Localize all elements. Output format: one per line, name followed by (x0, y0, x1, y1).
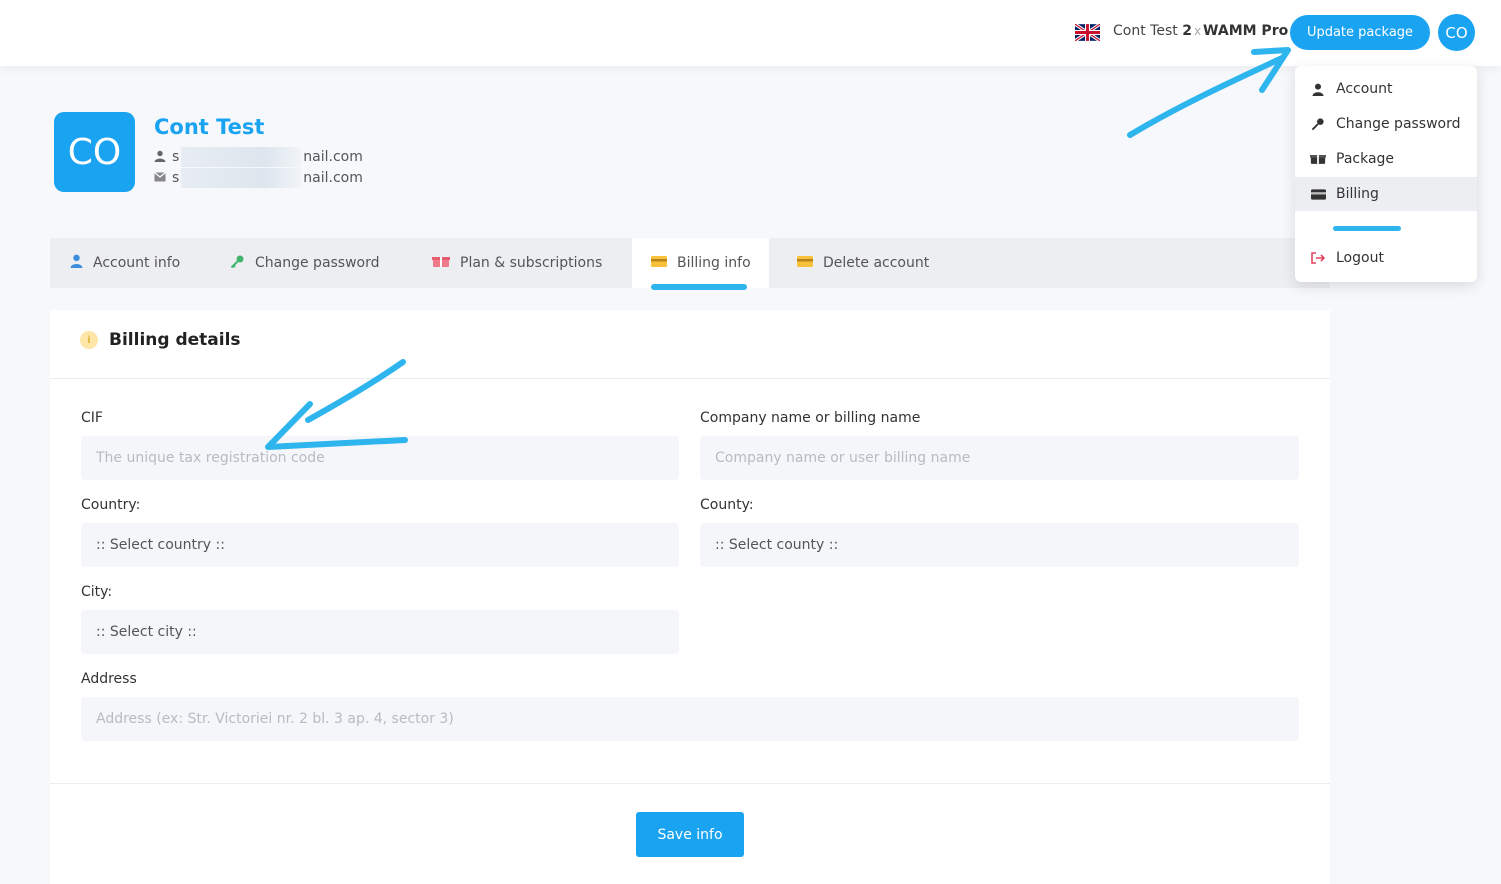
menu-item-logout[interactable]: Logout (1295, 241, 1477, 275)
billing-card (50, 310, 1330, 884)
county-label: County: (700, 497, 754, 513)
card-icon (797, 255, 813, 271)
country-select[interactable]: :: Select country :: (81, 523, 679, 567)
email-prefix: s (172, 149, 180, 165)
tab-billing-info[interactable]: Billing info (632, 238, 769, 288)
menu-item-change-password[interactable]: Change password (1295, 107, 1477, 141)
redacted-area (181, 147, 302, 167)
menu-item-account[interactable]: Account (1295, 72, 1477, 106)
email-suffix: nail.com (303, 149, 363, 165)
menu-item-billing[interactable]: Billing (1295, 177, 1477, 211)
country-label: Country: (81, 497, 141, 513)
card-icon (1309, 188, 1327, 200)
save-info-button[interactable]: Save info (636, 812, 744, 857)
header-count: 2 (1182, 23, 1192, 39)
info-icon: i (80, 331, 98, 349)
annotation-underline (1333, 226, 1401, 231)
user-icon (1309, 83, 1327, 96)
divider (50, 378, 1330, 379)
header-times: x (1193, 24, 1202, 38)
account-tabs: Account info Change password Plan & subs… (50, 238, 1330, 288)
city-select[interactable]: :: Select city :: (81, 610, 679, 654)
user-icon (70, 254, 83, 272)
logout-icon (1309, 252, 1327, 264)
address-input[interactable] (81, 697, 1299, 741)
city-label: City: (81, 584, 113, 600)
billing-title: i Billing details (80, 330, 241, 350)
tab-account-info[interactable]: Account info (70, 238, 180, 288)
avatar[interactable]: CO (1438, 14, 1475, 51)
tab-delete-account[interactable]: Delete account (797, 238, 929, 288)
gift-icon (432, 255, 450, 272)
box-icon (1309, 153, 1327, 165)
cif-input[interactable] (81, 436, 679, 480)
key-icon (230, 254, 245, 273)
mail-icon (154, 171, 168, 185)
update-package-button[interactable]: Update package (1290, 15, 1430, 50)
annotation-underline (651, 284, 747, 290)
cif-label: CIF (81, 410, 103, 426)
uk-flag-icon[interactable] (1075, 24, 1100, 41)
contact-suffix: nail.com (303, 170, 363, 186)
profile-email-line: s nail.com (154, 147, 363, 167)
account-dropdown-menu: Account Change password Package Billing … (1295, 66, 1477, 282)
user-plan-summary: Cont Test 2 x WAMM Pro (1113, 23, 1288, 39)
header-user-name: Cont Test (1113, 23, 1178, 39)
menu-item-package[interactable]: Package (1295, 142, 1477, 176)
profile-avatar: CO (54, 112, 135, 192)
top-bar: Cont Test 2 x WAMM Pro Update package CO (0, 0, 1501, 66)
user-icon (154, 150, 168, 165)
address-label: Address (81, 671, 137, 687)
tab-plan-subscriptions[interactable]: Plan & subscriptions (432, 238, 602, 288)
header-plan: WAMM Pro (1203, 23, 1289, 39)
redacted-area (181, 168, 302, 188)
county-select[interactable]: :: Select county :: (700, 523, 1299, 567)
company-label: Company name or billing name (700, 410, 921, 426)
company-input[interactable] (700, 436, 1299, 480)
tab-change-password[interactable]: Change password (230, 238, 380, 288)
profile-name: Cont Test (154, 115, 265, 139)
key-icon (1309, 117, 1327, 131)
card-icon (651, 255, 667, 271)
profile-contact-line: s nail.com (154, 168, 363, 188)
divider (50, 783, 1330, 784)
contact-prefix: s (172, 170, 180, 186)
